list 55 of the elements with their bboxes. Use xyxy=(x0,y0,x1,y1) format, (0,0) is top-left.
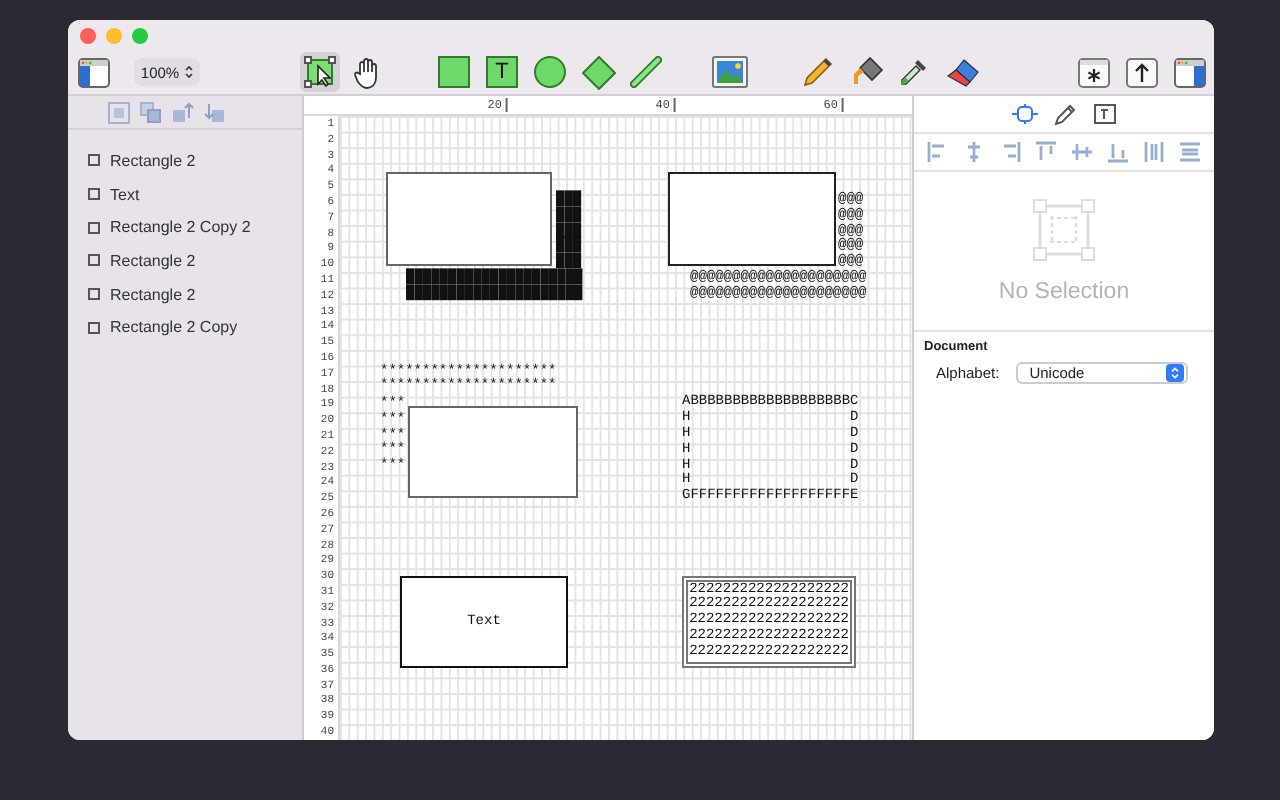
line-tool-icon xyxy=(630,56,662,89)
layer-square-icon xyxy=(88,321,100,334)
empty-state-text: No Selection xyxy=(998,280,1130,304)
align-middle-icon[interactable] xyxy=(1070,140,1094,164)
rectangle-tool-icon xyxy=(438,56,470,89)
image-tool[interactable] xyxy=(710,52,750,93)
bring-forward-icon[interactable] xyxy=(172,101,194,123)
layer-item[interactable]: Rectangle 2 xyxy=(110,251,196,270)
ungroup-icon[interactable] xyxy=(140,101,162,123)
layer-item[interactable]: Text xyxy=(110,185,140,204)
distribute-horizontal-icon[interactable] xyxy=(1142,140,1166,164)
pencil-icon xyxy=(802,56,834,89)
layer-square-icon xyxy=(88,288,100,301)
align-top-icon[interactable] xyxy=(1034,140,1058,164)
oval-tool[interactable] xyxy=(530,52,570,93)
layer-item[interactable]: Rectangle 2 xyxy=(110,151,196,170)
layer-item[interactable]: Rectangle 2 xyxy=(110,285,196,304)
distribute-vertical-icon[interactable] xyxy=(1178,140,1202,164)
rectangle-tool[interactable] xyxy=(434,52,474,93)
inspector-tab[interactable] xyxy=(1011,101,1037,127)
layer-item[interactable]: Rectangle 2 Copy xyxy=(110,318,238,337)
text-box-icon xyxy=(1093,104,1115,124)
layer-square-icon xyxy=(88,154,100,167)
close-button[interactable] xyxy=(80,28,96,44)
align-bottom-icon[interactable] xyxy=(1106,140,1130,164)
diamond-tool[interactable] xyxy=(578,52,618,93)
layer-square-icon xyxy=(88,254,100,267)
layer-square-icon xyxy=(88,188,100,201)
pencil-icon xyxy=(1053,103,1075,125)
line-tool[interactable] xyxy=(626,52,666,93)
inspector-tab[interactable] xyxy=(1051,101,1077,127)
picture-icon xyxy=(712,56,748,89)
eyedropper-icon xyxy=(898,56,930,89)
align-center-icon[interactable] xyxy=(962,140,986,164)
eraser-icon xyxy=(945,57,979,88)
send-backward-icon[interactable] xyxy=(204,101,226,123)
stepper-icon xyxy=(1169,366,1180,380)
layer-square-icon xyxy=(88,221,100,234)
selection-tool-icon xyxy=(304,56,336,89)
paint-bucket-icon xyxy=(849,56,883,89)
align-right-icon[interactable] xyxy=(998,140,1022,164)
inspector-tab[interactable] xyxy=(1091,101,1117,127)
diamond-tool-icon xyxy=(581,55,615,90)
layer-item[interactable]: Rectangle 2 Copy 2 xyxy=(110,218,251,237)
window-asterisk-icon[interactable] xyxy=(1074,52,1114,93)
text-tool[interactable]: T xyxy=(482,52,522,93)
inspector-toggle-button[interactable] xyxy=(1170,52,1210,93)
select-tool[interactable] xyxy=(300,52,340,93)
sidebar-toggle-button[interactable] xyxy=(74,52,114,93)
circle-tool-icon xyxy=(534,56,566,89)
connector-icon xyxy=(1011,104,1037,124)
stepper-icon xyxy=(183,64,194,81)
align-left-icon[interactable] xyxy=(926,140,950,164)
share-button[interactable] xyxy=(1122,52,1162,93)
selection-frame-icon xyxy=(1032,198,1096,262)
